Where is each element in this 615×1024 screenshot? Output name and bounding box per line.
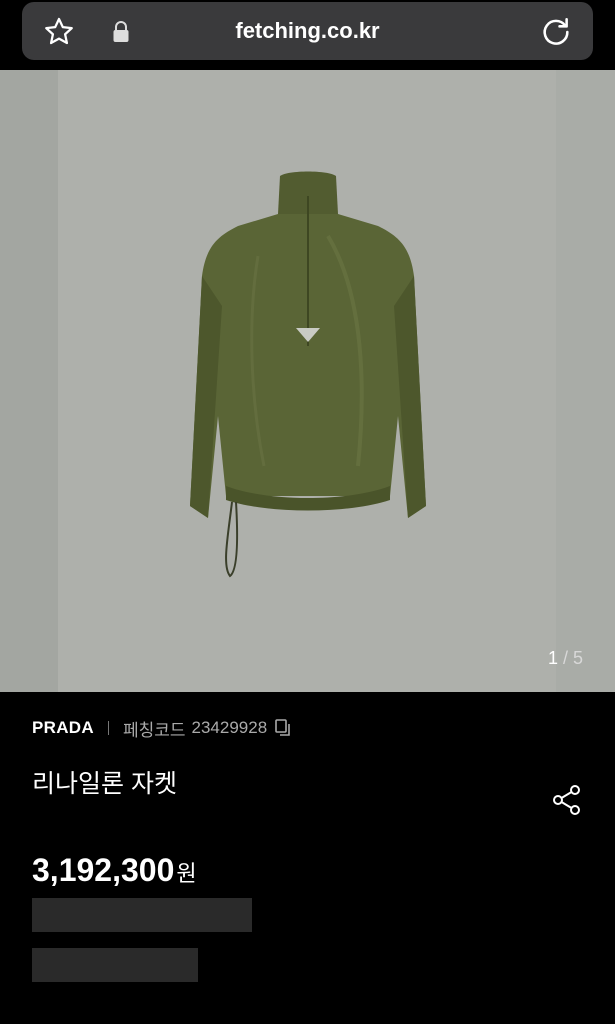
product-info: PRADA 페칭코드 23429928 리나일론 자켓 3,192,300 원 xyxy=(0,692,615,1024)
address-bar[interactable]: fetching.co.kr xyxy=(22,2,593,60)
brand-name[interactable]: PRADA xyxy=(32,718,94,738)
image-counter: 1 / 5 xyxy=(548,648,583,669)
loading-placeholder xyxy=(32,948,198,982)
image-counter-separator: / xyxy=(557,648,573,668)
jacket-image xyxy=(190,171,426,578)
price-unit: 원 xyxy=(176,861,197,886)
product-code-value: 23429928 xyxy=(191,718,268,737)
loading-placeholder xyxy=(32,898,252,932)
image-counter-total: 5 xyxy=(572,648,583,668)
reload-icon[interactable] xyxy=(539,15,573,49)
image-counter-current: 1 xyxy=(547,648,558,668)
url-text[interactable]: fetching.co.kr xyxy=(22,2,593,60)
brand-row: PRADA 페칭코드 23429928 xyxy=(32,716,293,740)
divider xyxy=(107,721,109,735)
price: 3,192,300 원 xyxy=(32,852,197,889)
browser-top-bar: fetching.co.kr xyxy=(0,0,615,70)
copy-icon[interactable] xyxy=(273,718,293,738)
share-icon[interactable] xyxy=(549,782,585,818)
product-code-label: 페칭코드 xyxy=(122,720,186,740)
product-name: 리나일론 자켓 xyxy=(32,770,177,798)
previous-image-peek[interactable] xyxy=(0,70,58,692)
next-image-peek[interactable] xyxy=(556,70,615,692)
product-image-gallery[interactable]: 1 / 5 xyxy=(0,70,615,692)
price-value: 3,192,300 xyxy=(32,852,175,888)
